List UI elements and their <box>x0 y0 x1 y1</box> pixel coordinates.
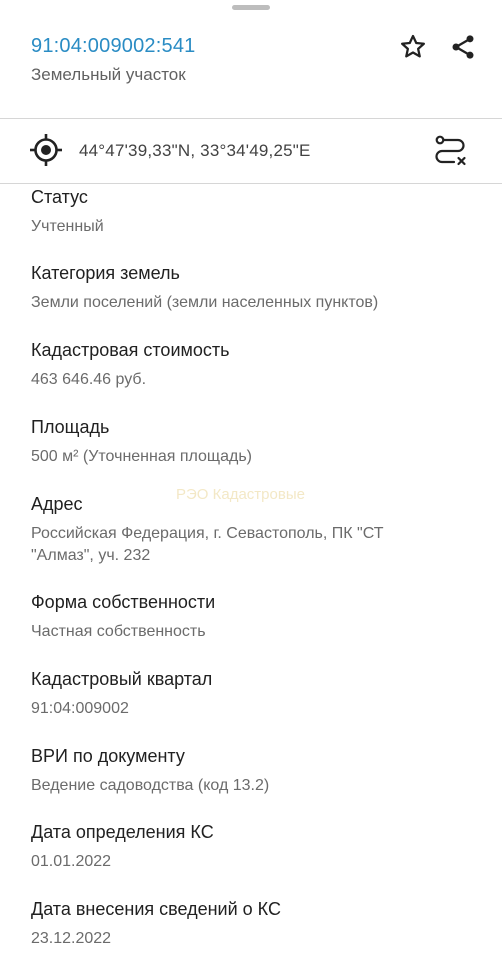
field-value: Ведение садоводства (код 13.2) <box>31 777 270 794</box>
field-value[interactable]: 91:04:009002 <box>31 698 481 720</box>
field-cost-entry-date: Дата внесения сведений о КС 23.12.2022 <box>31 898 481 950</box>
field-label: Кадастровый квартал <box>31 669 213 689</box>
field-value: Российская Федерация, г. Севастополь, ПК… <box>31 525 384 564</box>
field-label: ВРИ по документу <box>31 746 185 766</box>
field-value: Учтенный <box>31 218 104 235</box>
field-label: Кадастровая стоимость <box>31 340 230 360</box>
field-address: Адрес Российская Федерация, г. Севастопо… <box>31 493 481 567</box>
object-type: Земельный участок <box>31 65 186 84</box>
field-ownership: Форма собственности Частная собственност… <box>31 591 481 643</box>
cadastral-number[interactable]: 91:04:009002:541 <box>31 35 195 58</box>
field-status: Статус Учтенный <box>31 186 481 238</box>
field-label: Дата внесения сведений о КС <box>31 899 281 919</box>
field-value: 500 м² (Уточненная площадь) <box>31 448 252 465</box>
route-icon[interactable] <box>432 133 468 169</box>
field-area: Площадь 500 м² (Уточненная площадь) <box>31 416 481 468</box>
gps-target-icon[interactable] <box>29 133 63 167</box>
object-header: 91:04:009002:541 Земельный участок <box>0 0 502 118</box>
field-value: 463 646.46 руб. <box>31 371 147 388</box>
coordinates-row[interactable]: 44°47'39,33"N, 33°34'49,25"E <box>0 119 502 183</box>
share-icon <box>452 35 474 59</box>
field-label: Адрес <box>31 494 83 514</box>
field-permitted-use: ВРИ по документу Ведение садоводства (ко… <box>31 745 481 797</box>
star-icon <box>401 34 425 58</box>
share-button[interactable] <box>446 30 480 64</box>
coordinates-divider <box>0 183 502 184</box>
field-cadastral-quarter: Кадастровый квартал 91:04:009002 <box>31 668 481 720</box>
field-value: 01.01.2022 <box>31 853 112 870</box>
field-cost-date: Дата определения КС 01.01.2022 <box>31 821 481 873</box>
field-label: Дата определения КС <box>31 822 214 842</box>
field-value: 23.12.2022 <box>31 930 112 947</box>
field-label: Статус <box>31 187 88 207</box>
field-value: Земли поселений (земли населенных пункто… <box>31 294 379 311</box>
field-land-category: Категория земель Земли поселений (земли … <box>31 262 481 314</box>
field-label: Площадь <box>31 417 110 437</box>
favorite-button[interactable] <box>396 30 430 64</box>
field-label: Форма собственности <box>31 592 216 612</box>
field-cadastral-cost: Кадастровая стоимость 463 646.46 руб. <box>31 339 481 391</box>
field-label: Категория земель <box>31 263 180 283</box>
coordinates-text[interactable]: 44°47'39,33"N, 33°34'49,25"E <box>79 141 311 161</box>
field-value: Частная собственность <box>31 623 206 640</box>
